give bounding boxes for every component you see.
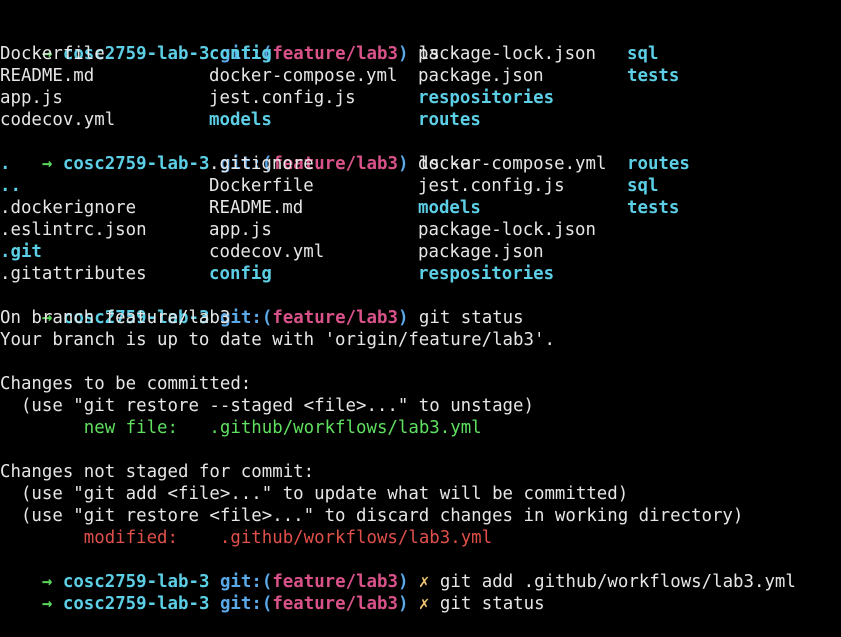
directory-entry: sql — [627, 44, 659, 64]
ls-row: .git codecov.yml package.json — [0, 241, 841, 263]
file-entry: README.md — [209, 198, 304, 218]
unstaged-file: .github/workflows/lab3.yml — [219, 528, 493, 548]
file-entry: docker-compose.yml — [418, 154, 607, 174]
staged-kind: new file: — [83, 418, 178, 438]
prompt-arrow-icon: → — [41, 594, 53, 614]
branch-name: feature/lab3 — [272, 308, 398, 328]
branch-open-paren: ( — [261, 594, 273, 614]
file-entry: .eslintrc.json — [0, 220, 147, 240]
command-text: git status — [418, 308, 524, 328]
file-entry: jest.config.js — [209, 88, 356, 108]
file-entry: jest.config.js — [418, 176, 565, 196]
file-entry: Dockerfile — [209, 176, 314, 196]
terminal-window[interactable]: → cosc2759-lab-3 git:(feature/lab3) ls D… — [0, 0, 841, 614]
unstaged-hint-2: (use "git restore <file>..." to discard … — [0, 506, 744, 526]
prompt-line: → cosc2759-lab-3 git:(feature/lab3) ls — [0, 21, 440, 64]
staged-file: .github/workflows/lab3.yml — [209, 418, 482, 438]
directory-entry: sql — [627, 176, 659, 196]
directory-entry: .git — [0, 242, 42, 262]
file-entry: codecov.yml — [209, 242, 325, 262]
unstaged-header: Changes not staged for commit: — [0, 462, 315, 482]
ls-row: Dockerfile config package-lock.json sql — [0, 43, 841, 65]
staged-header: Changes to be committed: — [0, 374, 252, 394]
directory-entry: config — [209, 264, 272, 284]
file-entry: .dockerignore — [0, 198, 137, 218]
ls-row: README.md docker-compose.yml package.jso… — [0, 65, 841, 87]
ls-row: .eslintrc.json app.js package-lock.json — [0, 219, 841, 241]
dirty-mark-icon: ✗ — [418, 594, 430, 614]
directory-entry: .. — [0, 176, 21, 196]
file-entry: package.json — [418, 66, 544, 86]
prompt-line: → cosc2759-lab-3 git:(feature/lab3) ls -… — [0, 131, 471, 174]
staged-file-line: new file: .github/workflows/lab3.yml — [0, 417, 482, 439]
ls-row: app.js jest.config.js respositories — [0, 87, 841, 109]
directory-entry: respositories — [418, 88, 555, 108]
staged-hint: (use "git restore --staged <file>..." to… — [0, 396, 534, 416]
file-entry: package-lock.json — [418, 44, 596, 64]
ls-row: . .gitignore docker-compose.yml routes — [0, 153, 841, 175]
command-input[interactable]: git status — [440, 594, 545, 614]
directory-entry: config — [209, 44, 272, 64]
directory-entry: tests — [627, 66, 680, 86]
branch-open-paren: ( — [261, 308, 273, 328]
file-entry: .gitignore — [209, 154, 314, 174]
branch-close-paren: ) — [397, 594, 409, 614]
unstaged-kind: modified: — [83, 528, 178, 548]
file-entry: app.js — [209, 220, 272, 240]
ls-row: codecov.yml models routes — [0, 109, 841, 131]
file-entry: docker-compose.yml — [209, 66, 398, 86]
directory-entry: models — [209, 110, 272, 130]
prompt-directory: cosc2759-lab-3 — [62, 594, 210, 614]
unstaged-hint-1: (use "git add <file>..." to update what … — [0, 484, 629, 504]
ls-row: .. Dockerfile jest.config.js sql — [0, 175, 841, 197]
git-label: git: — [219, 594, 262, 614]
directory-entry: . — [0, 154, 11, 174]
branch-name: feature/lab3 — [272, 594, 398, 614]
prompt-line[interactable]: → cosc2759-lab-3 git:(feature/lab3) ✗ gi… — [0, 571, 545, 614]
directory-entry: routes — [418, 110, 481, 130]
prompt-line: → cosc2759-lab-3 git:(feature/lab3) ✗ gi… — [0, 549, 796, 592]
branch-close-paren: ) — [397, 308, 409, 328]
file-entry: package-lock.json — [418, 220, 596, 240]
directory-entry: routes — [627, 154, 690, 174]
file-entry: package.json — [418, 242, 544, 262]
directory-entry: models — [418, 198, 481, 218]
file-entry: .gitattributes — [0, 264, 147, 284]
file-entry: README.md — [0, 66, 95, 86]
directory-entry: respositories — [418, 264, 555, 284]
ls-row: .dockerignore README.md models tests — [0, 197, 841, 219]
directory-entry: tests — [627, 198, 680, 218]
file-entry: codecov.yml — [0, 110, 116, 130]
file-entry: Dockerfile — [0, 44, 105, 64]
status-up-to-date: Your branch is up to date with 'origin/f… — [0, 330, 555, 350]
ls-row: .gitattributes config respositories — [0, 263, 841, 285]
file-entry: app.js — [0, 88, 63, 108]
prompt-line: → cosc2759-lab-3 git:(feature/lab3) git … — [0, 285, 524, 328]
status-on-branch: On branch feature/lab3 — [0, 308, 231, 328]
unstaged-file-line: modified: .github/workflows/lab3.yml — [0, 527, 492, 549]
